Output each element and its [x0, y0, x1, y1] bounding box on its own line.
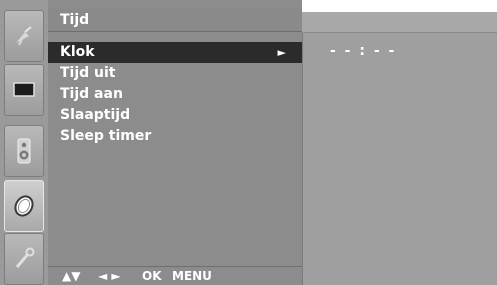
- tv-menu-screen: Tijd Klok ► Tijd uit Tijd aan Slaaptijd …: [0, 0, 497, 285]
- tab-audio[interactable]: [4, 125, 44, 177]
- submenu-arrow-icon: ►: [277, 46, 286, 59]
- screen-icon: [13, 82, 35, 97]
- menu-item-tijd-uit[interactable]: Tijd uit: [48, 63, 302, 84]
- menu-item-slaaptijd[interactable]: Slaaptijd: [48, 105, 302, 126]
- speaker-icon: [17, 138, 31, 164]
- menu-list: Klok ► Tijd uit Tijd aan Slaaptijd Sleep…: [48, 42, 302, 147]
- menu-item-label: Sleep timer: [60, 128, 152, 144]
- menu-title: Tijd: [60, 12, 90, 28]
- clock-icon: [14, 195, 34, 217]
- menu-item-label: Tijd aan: [60, 86, 123, 102]
- up-down-arrows-icon: ▲▼: [62, 269, 81, 283]
- menu-hint: MENU: [172, 269, 212, 283]
- menu-item-label: Slaaptijd: [60, 107, 131, 123]
- category-sidebar: [0, 0, 48, 285]
- tab-setup[interactable]: [4, 10, 44, 62]
- ok-hint: OK: [142, 269, 162, 283]
- menu-header: Tijd: [48, 9, 302, 32]
- menu-item-label: Tijd uit: [60, 65, 116, 81]
- menu-item-tijd-aan[interactable]: Tijd aan: [48, 84, 302, 105]
- wrench-icon: [15, 247, 35, 268]
- menu-item-klok[interactable]: Klok ►: [48, 42, 302, 63]
- tab-special[interactable]: [4, 233, 44, 285]
- menu-item-label: Klok: [60, 44, 95, 60]
- satellite-dish-icon: [16, 26, 32, 46]
- detail-panel-header: [302, 12, 497, 33]
- clock-value: - - : - -: [330, 43, 397, 59]
- left-right-arrows-icon: ◄ ►: [98, 269, 121, 283]
- navigation-hint-bar: ▲▼ ◄ ► OK MENU: [48, 266, 302, 285]
- tab-picture[interactable]: [4, 64, 44, 116]
- menu-item-sleep-timer[interactable]: Sleep timer: [48, 126, 302, 147]
- tab-time[interactable]: [4, 180, 44, 232]
